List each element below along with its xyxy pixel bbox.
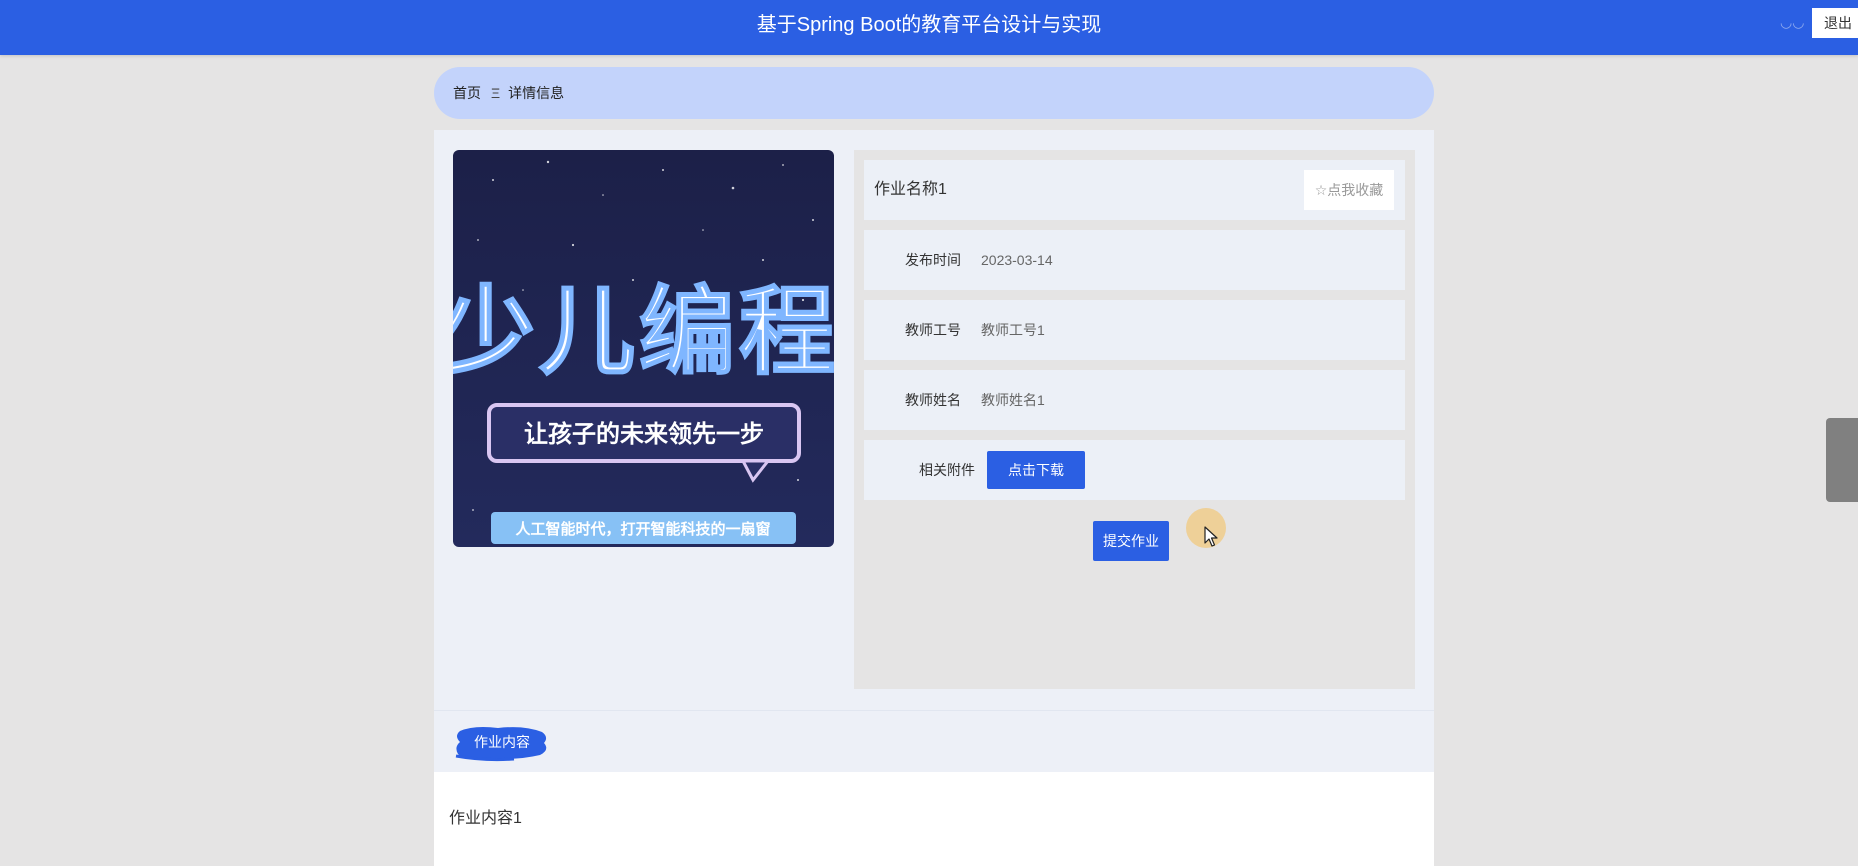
- cover-headline: 少儿编程: [453, 276, 834, 388]
- field-value: 教师姓名1: [981, 392, 1045, 408]
- breadcrumb-current: 详情信息: [508, 85, 565, 101]
- top-navbar: 基于Spring Boot的教育平台设计与实现 ◡◡ 退出: [0, 0, 1858, 55]
- homework-name: 作业名称1: [874, 181, 947, 198]
- side-float-tab[interactable]: [1826, 418, 1858, 502]
- homework-content-text: 作业内容1: [449, 810, 522, 827]
- field-row-attachment: 相关附件 点击下载: [864, 440, 1405, 500]
- favorite-button[interactable]: ☆点我收藏: [1304, 170, 1394, 210]
- mouse-cursor-icon: [1204, 526, 1218, 547]
- breadcrumb-home-link[interactable]: 首页: [453, 83, 481, 103]
- field-value: 教师工号1: [981, 322, 1045, 338]
- field-label: 教师姓名: [905, 392, 961, 408]
- breadcrumb-separator: Ξ: [491, 85, 501, 101]
- cover-image: 少儿编程 让孩子的未来领先一步 人工智能时代，打开智能科技的一扇窗: [453, 150, 834, 547]
- field-label: 相关附件: [919, 462, 975, 478]
- field-label: 发布时间: [905, 252, 961, 268]
- field-row-publish-time: 发布时间 2023-03-14: [864, 230, 1405, 290]
- field-value: 2023-03-14: [981, 252, 1053, 268]
- logout-button[interactable]: 退出: [1812, 8, 1858, 38]
- breadcrumb: 首页 Ξ 详情信息: [434, 67, 1434, 119]
- cover-tagline: 人工智能时代，打开智能科技的一扇窗: [515, 520, 770, 538]
- field-row-teacher-id: 教师工号 教师工号1: [864, 300, 1405, 360]
- download-button[interactable]: 点击下载: [987, 451, 1085, 489]
- field-label: 教师工号: [905, 322, 961, 338]
- content-tab-label: 作业内容: [474, 734, 530, 750]
- submit-homework-button[interactable]: 提交作业: [1093, 521, 1169, 561]
- app-title: 基于Spring Boot的教育平台设计与实现: [756, 14, 1102, 36]
- title-row: 作业名称1 ☆点我收藏: [864, 160, 1405, 220]
- content-area: 作业内容1: [434, 772, 1434, 866]
- content-tab[interactable]: 作业内容: [454, 723, 550, 763]
- user-icon[interactable]: ◡◡: [1780, 14, 1804, 31]
- content-section-header: 作业内容: [434, 710, 1434, 772]
- field-row-teacher-name: 教师姓名 教师姓名1: [864, 370, 1405, 430]
- cover-subtitle: 让孩子的未来领先一步: [524, 420, 764, 448]
